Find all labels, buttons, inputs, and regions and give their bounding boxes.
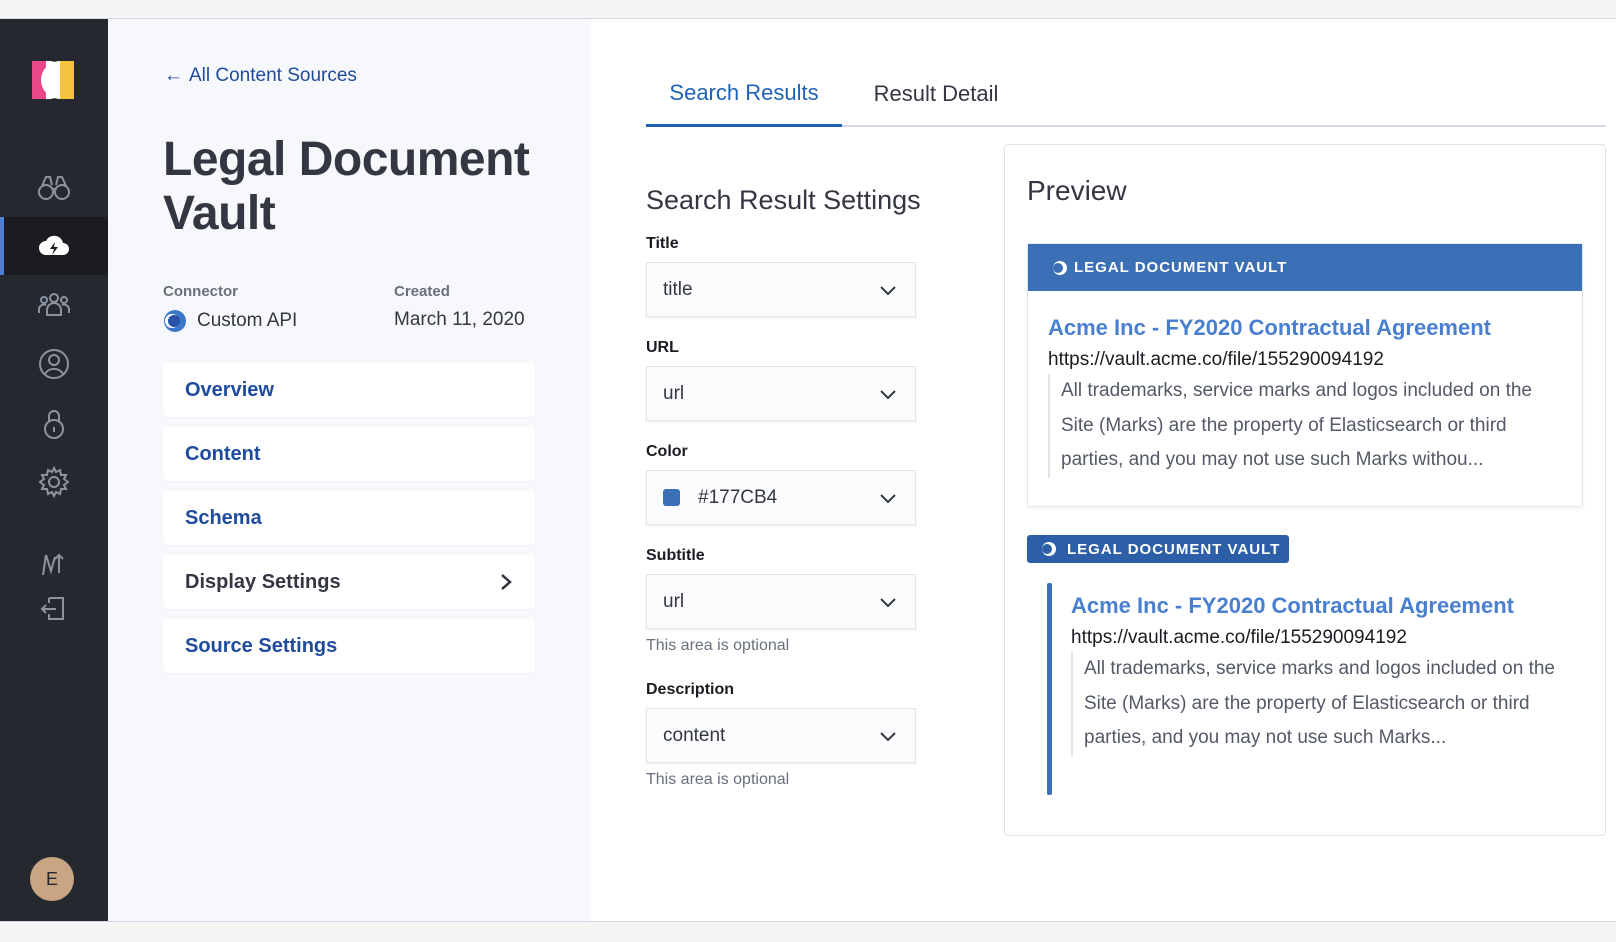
url-select-value: url	[663, 382, 685, 404]
user-circle-icon	[39, 349, 69, 379]
menu-display-settings[interactable]: Display Settings	[163, 555, 535, 609]
custom-api-icon	[164, 310, 186, 332]
result-source-label: LEGAL DOCUMENT VAULT	[1074, 259, 1288, 276]
result-source-badge-label: LEGAL DOCUMENT VAULT	[1067, 540, 1281, 558]
app-window: E ← All Content Sources Legal Document V…	[0, 18, 1616, 922]
nav-sources[interactable]	[0, 217, 108, 275]
nav-groups[interactable]	[0, 275, 108, 333]
result-source-badge: LEGAL DOCUMENT VAULT	[1027, 535, 1289, 563]
result-source-header: LEGAL DOCUMENT VAULT	[1028, 244, 1582, 291]
menu-overview[interactable]: Overview	[163, 363, 535, 417]
chevron-down-icon	[880, 598, 896, 608]
result-description: All trademarks, service marks and logos …	[1071, 652, 1591, 756]
menu-schema-label: Schema	[185, 506, 262, 529]
menu-display-settings-label: Display Settings	[185, 570, 341, 593]
tab-result-detail[interactable]: Result Detail	[846, 61, 1026, 127]
lock-icon	[44, 410, 64, 439]
gear-icon	[38, 465, 70, 499]
source-panel: ← All Content Sources Legal Document Vau…	[108, 19, 591, 921]
title-select-value: title	[663, 278, 693, 300]
created-value: March 11, 2020	[394, 309, 525, 330]
users-icon	[38, 293, 70, 316]
menu-content-label: Content	[185, 442, 261, 465]
description-help: This area is optional	[646, 771, 790, 788]
preview-result-card: LEGAL DOCUMENT VAULT Acme Inc - FY2020 C…	[1027, 243, 1583, 507]
app-logo[interactable]	[30, 57, 76, 103]
menu-source-settings[interactable]: Source Settings	[163, 619, 535, 673]
nav-security[interactable]	[0, 395, 108, 453]
result-url: https://vault.acme.co/file/155290094192	[1048, 349, 1384, 370]
workflow-icon	[42, 553, 64, 576]
nav-settings[interactable]	[0, 453, 108, 511]
tab-search-results[interactable]: Search Results	[646, 61, 842, 127]
result-title-link[interactable]: Acme Inc - FY2020 Contractual Agreement	[1071, 593, 1591, 619]
preview-heading: Preview	[1027, 175, 1127, 206]
url-select[interactable]: url	[646, 366, 916, 421]
connector-label: Connector	[163, 283, 238, 300]
arrow-left-icon: ←	[164, 65, 183, 86]
subtitle-help: This area is optional	[646, 637, 790, 654]
chevron-down-icon	[880, 732, 896, 742]
nav-logout[interactable]	[0, 579, 108, 637]
avatar[interactable]: E	[30, 857, 74, 901]
back-link[interactable]: ← All Content Sources	[164, 65, 357, 87]
settings-heading: Search Result Settings	[646, 185, 921, 215]
menu-schema[interactable]: Schema	[163, 491, 535, 545]
main-content: Search Results Result Detail Search Resu…	[591, 19, 1616, 921]
sidebar: E	[0, 19, 108, 921]
preview-panel: Preview LEGAL DOCUMENT VAULT Acme Inc - …	[1004, 144, 1606, 836]
chevron-down-icon	[880, 494, 896, 504]
source-glyph-icon	[1053, 260, 1067, 275]
tab-bar: Search Results Result Detail	[646, 61, 1606, 127]
page-title: Legal Document Vault	[163, 133, 530, 240]
binoculars-icon	[38, 176, 70, 200]
color-select[interactable]: #177CB4	[646, 470, 916, 525]
result-description: All trademarks, service marks and logos …	[1048, 374, 1562, 478]
source-glyph-icon	[1042, 542, 1056, 556]
description-select-value: content	[663, 724, 726, 746]
result-url: https://vault.acme.co/file/155290094192	[1071, 627, 1407, 648]
url-field-label: URL	[646, 339, 679, 356]
color-swatch	[663, 489, 680, 506]
description-select[interactable]: content	[646, 708, 916, 763]
subtitle-field-label: Subtitle	[646, 547, 705, 564]
logout-icon	[40, 597, 64, 620]
title-field-label: Title	[646, 235, 679, 252]
connector-name: Custom API	[197, 310, 298, 331]
subtitle-select-value: url	[663, 590, 685, 612]
result-title-link[interactable]: Acme Inc - FY2020 Contractual Agreement	[1048, 315, 1562, 341]
menu-content[interactable]: Content	[163, 427, 535, 481]
color-field-label: Color	[646, 443, 688, 460]
title-select[interactable]: title	[646, 262, 916, 317]
nav-users[interactable]	[0, 335, 108, 393]
menu-overview-label: Overview	[185, 378, 274, 401]
color-select-value: #177CB4	[698, 486, 778, 508]
chevron-down-icon	[880, 390, 896, 400]
chevron-right-icon	[501, 574, 512, 590]
connector-value: Custom API	[163, 309, 297, 333]
cloud-bolt-icon	[39, 235, 69, 255]
description-field-label: Description	[646, 681, 735, 698]
nav-search[interactable]	[0, 159, 108, 217]
menu-source-settings-label: Source Settings	[185, 634, 338, 657]
created-label: Created	[394, 283, 450, 300]
subtitle-select[interactable]: url	[646, 574, 916, 629]
back-link-label: All Content Sources	[189, 65, 357, 86]
chevron-down-icon	[880, 286, 896, 296]
preview-result-item: Acme Inc - FY2020 Contractual Agreement …	[1071, 593, 1591, 756]
avatar-initial: E	[45, 868, 58, 889]
result-accent-bar	[1047, 583, 1052, 795]
